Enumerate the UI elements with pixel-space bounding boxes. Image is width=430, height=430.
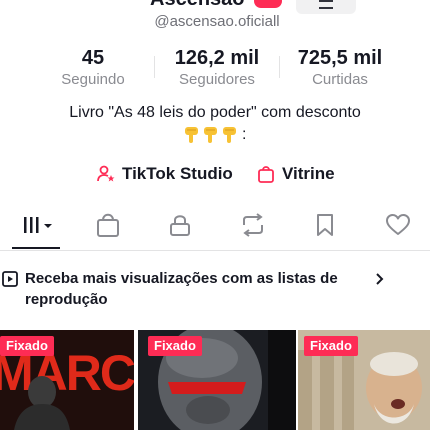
verified-badge: [254, 0, 282, 8]
bio-text: Livro "As 48 leis do poder" com desconto: [69, 104, 361, 121]
tab-liked[interactable]: [380, 210, 416, 240]
tab-saved[interactable]: [307, 210, 343, 240]
video-grid: MARCO Fixado Fixado Fixado: [0, 330, 430, 430]
repost-icon: [243, 213, 263, 237]
showcase-label: Vitrine: [282, 164, 335, 183]
video-thumbnail[interactable]: MARCO Fixado: [0, 330, 134, 430]
stat-label: Curtidas: [312, 71, 368, 88]
stat-value: 725,5 mil: [297, 47, 383, 69]
tab-private[interactable]: [162, 210, 198, 240]
pointing-down-emoji-icon: [185, 127, 198, 143]
pointing-down-emoji-icon: [204, 127, 217, 143]
stat-value: 45: [81, 47, 105, 69]
showcase-link[interactable]: Vitrine: [256, 160, 335, 188]
pinned-badge: Fixado: [0, 336, 54, 356]
tab-shop[interactable]: [90, 210, 126, 240]
lock-icon: [170, 215, 190, 236]
playlist-banner-text: Receba mais visualizações com as listas …: [25, 270, 338, 308]
tiktok-studio-link[interactable]: TikTok Studio: [96, 160, 233, 188]
profile-name: Ascensao: [150, 0, 245, 11]
videos-grid-icon: [24, 217, 52, 233]
stat-likes[interactable]: 725,5 mil Curtidas: [292, 46, 388, 90]
divider: [154, 56, 155, 78]
profile-tabs: [0, 204, 430, 251]
profile-stats: 45 Seguindo 126,2 mil Seguidores 725,5 m…: [0, 46, 430, 96]
bookmark-icon: [317, 214, 333, 236]
tiktok-studio-label: TikTok Studio: [122, 164, 233, 183]
shopping-bag-icon: [97, 213, 119, 237]
stat-value: 126,2 mil: [174, 47, 260, 69]
bio-suffix: :: [242, 126, 247, 143]
stat-label: Seguidores: [179, 71, 255, 88]
profile-handle: @ascensao.oficiall: [154, 13, 280, 30]
pinned-badge: Fixado: [148, 336, 202, 356]
pinned-badge: Fixado: [304, 336, 358, 356]
pointing-down-emoji-icon: [223, 127, 236, 143]
tab-videos[interactable]: [20, 210, 56, 240]
chevron-right-icon[interactable]: [374, 272, 386, 286]
playlist-banner[interactable]: Receba mais visualizações com as listas …: [0, 264, 430, 314]
tab-reposts[interactable]: [235, 210, 271, 240]
edit-profile-button[interactable]: [296, 0, 356, 14]
playlist-icon: [2, 271, 18, 287]
active-tab-indicator: [12, 247, 60, 249]
video-thumbnail[interactable]: Fixado: [138, 330, 296, 430]
divider: [279, 56, 280, 78]
heart-icon: [386, 214, 410, 235]
video-thumbnail[interactable]: Fixado: [298, 330, 430, 430]
profile-links: TikTok Studio Vitrine: [0, 160, 430, 188]
stat-following[interactable]: 45 Seguindo: [58, 46, 128, 90]
person-star-icon: [97, 165, 115, 182]
bio-emoji-line: :: [183, 124, 246, 146]
stat-label: Seguindo: [61, 71, 125, 88]
pencil-icon: [319, 0, 333, 9]
stat-followers[interactable]: 126,2 mil Seguidores: [168, 46, 266, 90]
shopping-bag-icon: [258, 166, 274, 183]
